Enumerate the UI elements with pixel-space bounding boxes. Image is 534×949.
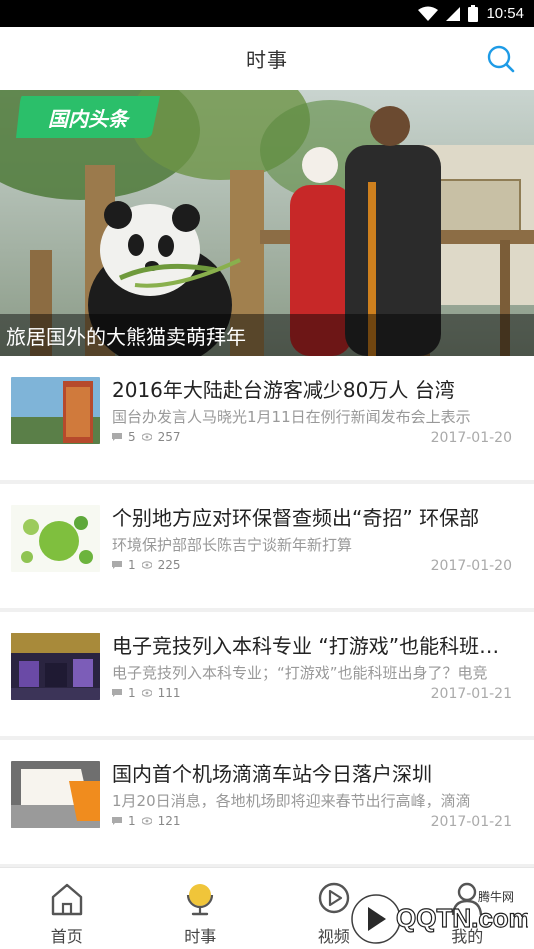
- comment-icon: [112, 817, 122, 825]
- news-list: 2016年大陆赴台游客减少80万人 台湾 国台办发言人马晓光1月11日在例行新闻…: [0, 356, 534, 868]
- news-summary: 国台办发言人马晓光1月11日在例行新闻发布会上表示: [112, 408, 471, 426]
- comment-count: 1: [128, 686, 136, 700]
- search-icon[interactable]: [486, 44, 516, 74]
- news-date: 2017-01-20: [430, 558, 512, 574]
- globe-icon: [187, 884, 214, 916]
- news-summary: 1月20日消息，各地机场即将迎来春节出行高峰，滴滴: [112, 792, 471, 810]
- news-stats: 1 225: [112, 558, 181, 572]
- news-title: 电子竞技列入本科专业 “打游戏”也能科班出身: [112, 634, 514, 658]
- tab-video[interactable]: 视频: [267, 868, 401, 949]
- list-item[interactable]: 电子竞技列入本科专业 “打游戏”也能科班出身 电子竞技列入本科专业；“打游戏”也…: [0, 612, 534, 740]
- view-count: 121: [157, 814, 181, 828]
- tab-profile[interactable]: 我的: [401, 868, 534, 949]
- hero-badge: 国内头条: [16, 96, 160, 138]
- eye-icon: [141, 817, 152, 825]
- news-date: 2017-01-20: [430, 430, 512, 446]
- tab-news[interactable]: 时事: [134, 868, 268, 949]
- eye-icon: [141, 689, 152, 697]
- battery-icon: [468, 5, 479, 22]
- page-title: 时事: [246, 48, 288, 72]
- hero-caption-bar: 旅居国外的大熊猫卖萌拜年: [0, 314, 534, 356]
- list-item[interactable]: 2016年大陆赴台游客减少80万人 台湾 国台办发言人马晓光1月11日在例行新闻…: [0, 356, 534, 484]
- wifi-icon: [418, 6, 439, 21]
- hero-banner[interactable]: 国内头条 旅居国外的大熊猫卖萌拜年: [0, 90, 534, 356]
- view-count: 225: [157, 558, 181, 572]
- list-item[interactable]: 个别地方应对环保督查频出“奇招” 环保部 环境保护部部长陈吉宁谈新年新打算 1 …: [0, 484, 534, 612]
- news-stats: 5 257: [112, 430, 181, 444]
- view-count: 111: [157, 686, 181, 700]
- eye-icon: [141, 561, 152, 569]
- news-stats: 1 111: [112, 686, 181, 700]
- tab-profile-label: 我的: [451, 927, 484, 946]
- news-thumbnail: [11, 633, 100, 700]
- app-screen: 10:54 时事 国内头条 旅居国外的大熊猫卖萌拜年 2016年大陆赴台游客减少…: [0, 0, 534, 949]
- news-thumbnail: [11, 505, 100, 572]
- hero-badge-label: 国内头条: [48, 106, 128, 131]
- play-icon: [318, 882, 349, 914]
- comment-icon: [112, 433, 122, 441]
- comment-icon: [112, 689, 122, 697]
- tab-home[interactable]: 首页: [0, 868, 134, 949]
- eye-icon: [141, 433, 152, 441]
- news-summary: 电子竞技列入本科专业；“打游戏”也能科班出身了？电竞: [112, 664, 488, 682]
- bottom-tab-bar: 首页 时事 视频 我的: [0, 867, 534, 949]
- comment-icon: [112, 561, 122, 569]
- comment-count: 1: [128, 558, 136, 572]
- user-icon: [452, 882, 483, 916]
- comment-count: 1: [128, 814, 136, 828]
- news-title: 国内首个机场滴滴车站今日落户深圳: [112, 762, 432, 786]
- news-thumbnail: [11, 377, 100, 444]
- news-date: 2017-01-21: [430, 686, 512, 702]
- home-icon: [51, 883, 82, 916]
- hero-caption: 旅居国外的大熊猫卖萌拜年: [6, 324, 246, 349]
- app-header: 时事: [0, 27, 534, 90]
- tab-video-label: 视频: [317, 927, 350, 946]
- status-time: 10:54: [486, 5, 524, 22]
- tab-news-label: 时事: [184, 927, 217, 946]
- comment-count: 5: [128, 430, 136, 444]
- news-stats: 1 121: [112, 814, 181, 828]
- tab-home-label: 首页: [50, 927, 83, 946]
- news-title: 个别地方应对环保督查频出“奇招” 环保部: [112, 506, 480, 530]
- news-summary: 环境保护部部长陈吉宁谈新年新打算: [112, 536, 353, 554]
- news-title: 2016年大陆赴台游客减少80万人 台湾: [112, 378, 455, 402]
- news-date: 2017-01-21: [430, 814, 512, 830]
- view-count: 257: [157, 430, 181, 444]
- signal-icon: [446, 6, 461, 21]
- list-item[interactable]: 国内首个机场滴滴车站今日落户深圳 1月20日消息，各地机场即将迎来春节出行高峰，…: [0, 740, 534, 868]
- status-bar: 10:54: [0, 0, 534, 27]
- news-thumbnail: [11, 761, 100, 828]
